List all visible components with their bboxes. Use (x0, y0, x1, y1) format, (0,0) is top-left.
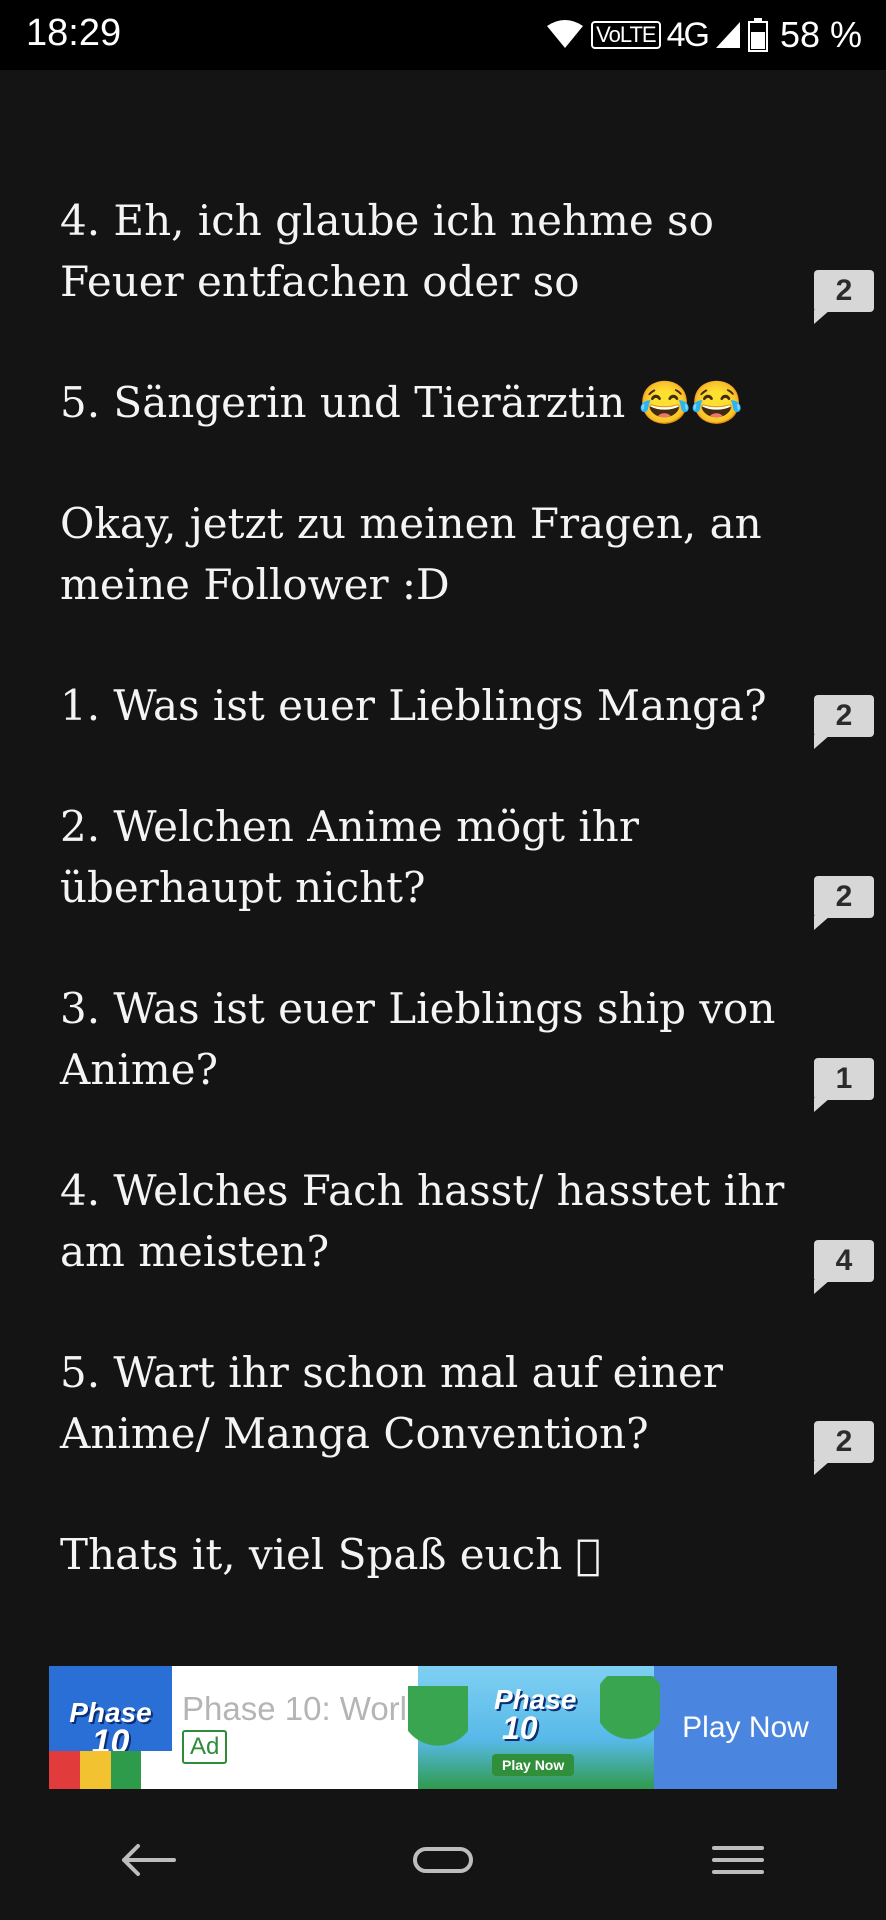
ad-title: Phase 10: World Tour (182, 1690, 418, 1727)
signal-icon (715, 22, 740, 48)
ad-app-logo[interactable]: Phase 10 (49, 1666, 172, 1789)
paragraph-question-4: 4. Welches Fach hasst/ hasstet ihr am me… (60, 1160, 790, 1282)
battery-percent: 58 % (779, 14, 862, 55)
ad-text-area[interactable]: Phase 10: World Tour Ad (172, 1666, 418, 1789)
comment-badge[interactable]: 2 (814, 876, 874, 930)
paragraph-question-3: 3. Was ist euer Lieblings ship von Anime… (60, 978, 790, 1100)
battery-icon (747, 18, 768, 52)
paragraph-text: 4. Eh, ich glaube ich nehme so Feuer ent… (60, 196, 714, 306)
paragraph-text: 2. Welchen Anime mögt ihr überhaupt nich… (60, 802, 639, 912)
paragraph-text: Okay, jetzt zu meinen Fragen, an meine F… (60, 499, 762, 609)
comment-badge[interactable]: 2 (814, 1421, 874, 1475)
ad-cards-graphic (49, 1751, 172, 1789)
paragraph-answer-4: 4. Eh, ich glaube ich nehme so Feuer ent… (60, 190, 790, 312)
comment-badge[interactable]: 2 (814, 270, 874, 324)
navigation-bar (0, 1800, 886, 1920)
paragraph-question-5: 5. Wart ihr schon mal auf einer Anime/ M… (60, 1342, 790, 1464)
paragraph-text: Thats it, viel Spaß euch 🏻 (60, 1530, 601, 1579)
palm-tree-graphic (600, 1676, 660, 1786)
back-arrow-icon (121, 1844, 176, 1876)
ad-label: Ad (182, 1730, 228, 1764)
volte-badge: VoLTE (591, 21, 661, 49)
comment-badge[interactable]: 1 (814, 1058, 874, 1112)
status-icons: VoLTE 4G 58 % (545, 12, 862, 58)
article-body: 4. Eh, ich glaube ich nehme so Feuer ent… (60, 190, 790, 1645)
wifi-icon (547, 20, 584, 48)
paragraph-text: 1. Was ist euer Lieblings Manga? (60, 681, 767, 730)
comment-badge[interactable]: 4 (814, 1240, 874, 1294)
ad-banner[interactable]: Phase 10 Phase 10: World Tour Ad Phase 1… (49, 1666, 837, 1789)
palm-tree-graphic (408, 1686, 468, 1789)
ad-image[interactable]: Phase 10 Play Now (408, 1666, 660, 1789)
comment-badge[interactable]: 2 (814, 695, 874, 749)
paragraph-text: 3. Was ist euer Lieblings ship von Anime… (60, 984, 776, 1094)
network-type: 4G (666, 15, 710, 54)
ad-image-play-button: Play Now (492, 1754, 575, 1776)
paragraph-closing: Thats it, viel Spaß euch 🏻 (60, 1524, 790, 1585)
ad-image-line2: 10 (502, 1710, 538, 1746)
home-pill-icon (412, 1847, 473, 1873)
paragraph-question-1: 1. Was ist euer Lieblings Manga? (60, 675, 790, 736)
menu-lines-icon (712, 1846, 765, 1874)
status-bar: 18:29 VoLTE 4G 58 % (0, 0, 886, 70)
paragraph-intro-questions: Okay, jetzt zu meinen Fragen, an meine F… (60, 493, 790, 615)
paragraph-text: 5. Sängerin und Tierärztin 😂😂 (60, 378, 744, 427)
paragraph-answer-5: 5. Sängerin und Tierärztin 😂😂 (60, 372, 790, 433)
back-button[interactable] (88, 1820, 208, 1900)
paragraph-text: 4. Welches Fach hasst/ hasstet ihr am me… (60, 1166, 785, 1276)
menu-button[interactable] (678, 1820, 798, 1900)
paragraph-question-2: 2. Welchen Anime mögt ihr überhaupt nich… (60, 796, 790, 918)
home-button[interactable] (383, 1820, 503, 1900)
paragraph-text: 5. Wart ihr schon mal auf einer Anime/ M… (60, 1348, 723, 1458)
ad-play-now-button[interactable]: Play Now (654, 1666, 837, 1789)
status-time: 18:29 (26, 12, 122, 54)
